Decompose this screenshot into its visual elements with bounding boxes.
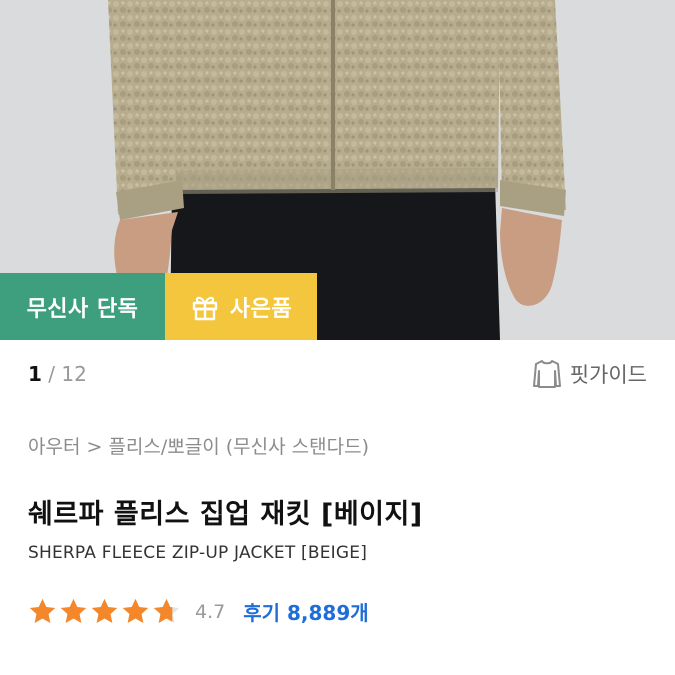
rating-score: 4.7 [195,600,226,623]
rating-row: 4.7 후기 8,889개 [28,597,369,626]
fit-guide-label: 핏가이드 [569,363,647,387]
gift-badge-label: 사은품 [229,296,293,322]
star-rating [28,597,181,626]
exclusive-badge-label: 무신사 단독 [26,296,139,322]
reviews-link[interactable]: 후기 8,889개 [243,597,368,626]
product-title: 쉐르파 플리스 집업 재킷 [베이지] [28,499,423,530]
star-icon [122,598,149,623]
star-icon [60,598,87,623]
product-subtitle: SHERPA FLEECE ZIP-UP JACKET [BEIGE] [28,543,368,563]
sweater-icon [532,360,561,388]
gift-badge: 사은품 [165,273,317,340]
badge-row: 무신사 단독 사은품 [0,273,317,340]
breadcrumb[interactable]: 아우터 > 플리스/뽀글이 (무신사 스탠다드) [28,432,369,459]
fit-guide-button[interactable]: 핏가이드 [532,358,647,390]
pager-current: 1 [28,362,42,386]
pager-total: 12 [61,362,87,386]
image-pager: 1 / 12 [28,362,87,386]
exclusive-badge: 무신사 단독 [0,273,165,340]
pager-separator: / [41,362,62,386]
star-icon [29,598,56,623]
star-icon [91,598,118,623]
star-icon [153,598,180,623]
gift-icon [192,296,218,320]
